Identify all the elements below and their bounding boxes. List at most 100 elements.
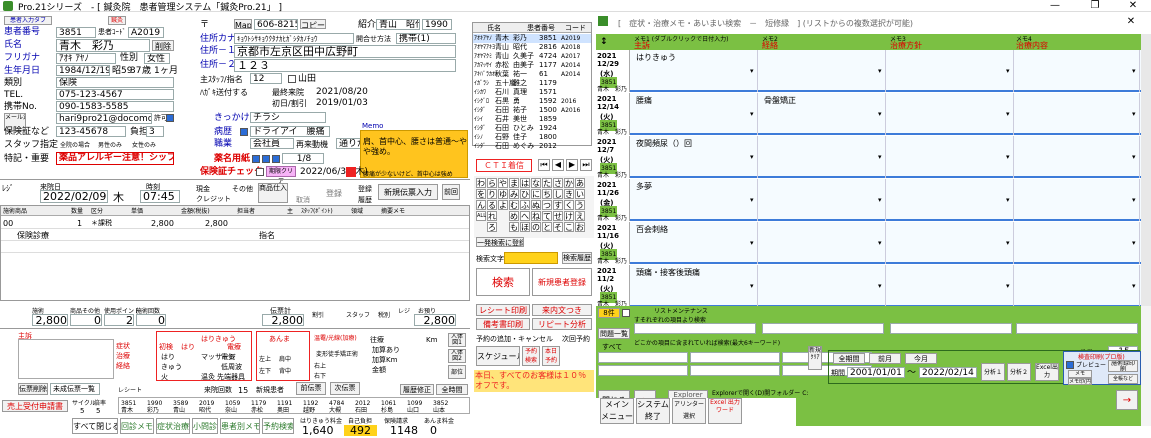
memo-cell[interactable]: ▾ <box>1016 50 1140 92</box>
treatment-print-button[interactable]: 施術録印刷 <box>1108 360 1138 372</box>
preview-checkbox[interactable] <box>1066 361 1074 369</box>
name-field[interactable]: 青木 彩乃 <box>56 39 150 52</box>
kana-key[interactable]: に <box>531 189 541 199</box>
body-chart-1-button[interactable]: 人体図1 <box>448 333 466 347</box>
memo-cell[interactable]: ▾ <box>890 93 1014 135</box>
kana-key[interactable]: き <box>564 189 574 199</box>
memo-cell[interactable]: ▾ <box>762 265 886 306</box>
staff-name-checkbox[interactable] <box>288 75 296 83</box>
kana-key[interactable]: せ <box>553 211 563 221</box>
part-left-down[interactable]: 左下 <box>259 366 271 377</box>
notes-field[interactable]: 薬品アレルギー注意！シップ <box>56 152 174 165</box>
nav-prev-icon[interactable]: ◀ <box>552 159 564 171</box>
memo-cell[interactable]: ▾ <box>1016 222 1140 264</box>
visit-time-field[interactable]: 07:45 <box>140 190 180 203</box>
symptom-treatment-button[interactable]: 症状治療 <box>156 418 190 434</box>
history-name[interactable]: 杉島 <box>381 405 393 416</box>
forward-arrow-icon[interactable]: → <box>1116 390 1138 410</box>
med-check-2[interactable] <box>262 155 270 163</box>
prev-ticket-button[interactable]: 前伝票 <box>296 382 326 395</box>
dropdown-arrow-icon[interactable]: ▾ <box>1006 109 1010 120</box>
excel-word-button[interactable]: Excel 出力 ワード <box>708 398 742 424</box>
last-month-button[interactable]: 前月 <box>869 353 901 364</box>
analysis-1-button[interactable]: 分析１ <box>981 363 1005 381</box>
search-button[interactable]: 検索 <box>476 268 530 296</box>
history-name[interactable]: 昭代 <box>199 405 211 416</box>
search-field-3[interactable] <box>890 323 1012 334</box>
kana-key[interactable]: か <box>564 178 574 188</box>
patient-list-row[interactable]: ｱｵﾔﾏｸﾐ 青山 久美子 4724 A2017 <box>473 52 591 61</box>
memo-cell[interactable]: ▾ <box>762 179 886 221</box>
this-month-button[interactable]: 今月 <box>905 353 937 364</box>
nav-next-icon[interactable]: ▶ <box>566 159 578 171</box>
kana-key[interactable]: ひ <box>520 189 530 199</box>
today-reservation-button[interactable]: 本日予約 <box>542 346 560 366</box>
next-ticket-button[interactable]: 次伝票 <box>330 382 360 395</box>
patient-list-row[interactable]: ｲｼﾉ 石野 佳子 1800 <box>473 133 591 142</box>
patient-input-tab[interactable]: 患者入力タブ <box>4 16 52 25</box>
patient-number-field[interactable]: 3851 <box>56 27 96 38</box>
patient-list-row[interactable]: ｲｼﾀﾞ 石田 祐子 1500 A2016 <box>473 106 591 115</box>
kana-key[interactable]: う <box>575 200 585 210</box>
memo-cell[interactable]: ▾ <box>762 136 886 178</box>
memo-print-button[interactable]: メモ印(円) <box>1068 378 1092 385</box>
ticket-delete-button[interactable]: 伝票削除 <box>18 383 48 395</box>
kana-key[interactable]: ろ <box>487 222 497 232</box>
reservation-search-bottom-button[interactable]: 予約検索 <box>262 418 294 434</box>
patient-memo-button[interactable]: 患者別メモ <box>220 418 260 434</box>
all-period-button[interactable]: 全期間 <box>833 353 865 364</box>
patient-list-row[interactable]: ｲｼｲ 石井 美世 1859 <box>473 115 591 124</box>
kana-key[interactable]: や <box>498 178 508 188</box>
register-tab[interactable]: ﾚｼﾞ <box>2 183 14 194</box>
addr1-field[interactable]: 京都市左京区田中広野町 <box>234 45 456 58</box>
dropdown-arrow-icon[interactable]: ▾ <box>750 109 754 120</box>
part-back[interactable]: 背中 <box>279 366 291 377</box>
kikkake-select[interactable]: チラシ <box>250 112 326 123</box>
staff-opt-female[interactable]: 女性のみ <box>132 140 156 151</box>
history-name[interactable]: 赤松 <box>251 405 263 416</box>
problem-list-button[interactable]: 問題一覧 <box>598 328 630 339</box>
kana-key[interactable]: す <box>553 200 563 210</box>
chart-print-button[interactable]: 備考書印刷 <box>476 318 530 330</box>
treatment-row[interactable]: 保険診療 指名 <box>1 230 469 241</box>
chief-complaint-field[interactable] <box>18 339 114 379</box>
dropdown-arrow-icon[interactable]: ▾ <box>1006 195 1010 206</box>
analysis-2-button[interactable]: 分析２ <box>1007 363 1031 381</box>
kana-key[interactable]: て <box>542 211 552 221</box>
visit-memo-button[interactable]: 回診メモ <box>120 418 154 434</box>
patient-list-row[interactable]: ｲｶﾞﾗｼ 五十嵐 雅之 1179 <box>473 79 591 88</box>
search-field-2[interactable] <box>762 323 884 334</box>
memo-cell[interactable]: ▾ <box>762 222 886 264</box>
period-from[interactable]: 2001/01/01 <box>847 367 905 378</box>
disease-checkbox[interactable] <box>240 128 248 136</box>
search-text-input[interactable] <box>504 252 558 264</box>
new-clear-button[interactable]: 新規ｸﾘｱ <box>808 346 822 370</box>
sort-icon[interactable]: ↕ <box>600 37 608 48</box>
dropdown-arrow-icon[interactable]: ▾ <box>878 152 882 163</box>
kana-key[interactable]: ら <box>487 178 497 188</box>
contact-method-select[interactable]: 携帯(1) <box>396 33 456 44</box>
history-name[interactable]: 石田 <box>355 405 367 416</box>
meridian-link[interactable]: 経絡 <box>116 361 130 372</box>
dropdown-arrow-icon[interactable]: ▾ <box>878 109 882 120</box>
dropdown-arrow-icon[interactable]: ▾ <box>1006 152 1010 163</box>
mobile-field[interactable]: 090-1583-5585 <box>56 101 174 112</box>
close-all-button[interactable]: すべて閉じる <box>72 418 118 434</box>
kana-key[interactable]: り <box>487 189 497 199</box>
nav-first-icon[interactable]: ⏮ <box>538 159 550 171</box>
history-name[interactable]: 越野 <box>303 405 315 416</box>
pay-card[interactable]: クレジット <box>196 194 231 205</box>
year-field[interactable]: 1990 <box>422 19 452 30</box>
addr2-field[interactable]: １２３ <box>234 59 456 72</box>
kana-key[interactable]: ね <box>531 211 541 221</box>
dropdown-arrow-icon[interactable]: ▾ <box>750 195 754 206</box>
insurance-field[interactable]: 123-45678 <box>56 126 126 137</box>
addr-kana-field[interactable]: ｷｮｳﾄｼｻｷｮｳｸﾀﾅｶﾋｶﾞｼﾀｶﾉﾁｮｳ <box>234 33 354 44</box>
kana-key[interactable]: お <box>575 222 585 232</box>
close-button[interactable]: ✕ <box>1118 0 1148 11</box>
variant-label[interactable]: 変形徒手矯正術 <box>316 349 358 360</box>
memo-cell[interactable]: ▾ <box>1016 265 1140 306</box>
kana-key[interactable]: ん <box>476 200 486 210</box>
repeat-analysis-button[interactable]: リピート分析 <box>532 318 592 330</box>
kana-key[interactable]: る <box>487 200 497 210</box>
